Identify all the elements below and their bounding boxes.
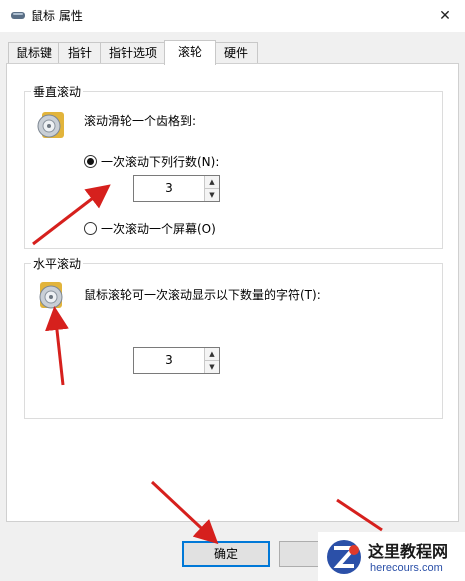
tab-hardware[interactable]: 硬件: [214, 42, 258, 63]
tab-label: 鼠标键: [15, 46, 52, 60]
close-button[interactable]: ✕: [430, 2, 460, 30]
vertical-scrolling-group: 垂直滚动 滚动滑轮一个齿格到: 一次滚动下列行数(N): 3 ▲ ▼ 一次滚动一…: [24, 83, 443, 249]
tab-label: 硬件: [223, 46, 248, 60]
horizontal-prompt: 鼠标滚轮可一次滚动显示以下数量的字符(T):: [84, 288, 321, 302]
wheel-icon: [39, 282, 63, 309]
tab-label: 滚轮: [177, 45, 202, 59]
increment-icon[interactable]: ▲: [205, 348, 219, 361]
lines-value[interactable]: 3: [134, 176, 204, 201]
radio-dot: [87, 158, 94, 165]
ok-button-label: 确定: [213, 547, 238, 561]
tab-buttons[interactable]: 鼠标键: [8, 42, 60, 63]
tab-pointer-options[interactable]: 指针选项: [100, 42, 166, 63]
chars-value[interactable]: 3: [134, 348, 204, 373]
window-title: 鼠标 属性: [31, 9, 83, 23]
watermark: 这里教程网 herecours.com: [318, 532, 465, 581]
stepper-arrows: ▲ ▼: [204, 176, 219, 201]
lines-radio[interactable]: [84, 155, 97, 168]
group-label: 水平滚动: [31, 255, 84, 272]
screen-radio-label[interactable]: 一次滚动一个屏幕(O): [101, 220, 216, 237]
mouse-icon: [11, 12, 25, 19]
increment-icon[interactable]: ▲: [205, 176, 219, 189]
lines-radio-label[interactable]: 一次滚动下列行数(N):: [101, 153, 219, 170]
wheel-tab-panel: 垂直滚动 滚动滑轮一个齿格到: 一次滚动下列行数(N): 3 ▲ ▼ 一次滚动一…: [6, 63, 459, 522]
ok-button[interactable]: 确定: [182, 541, 270, 567]
lines-stepper[interactable]: 3 ▲ ▼: [133, 175, 220, 202]
close-icon: ✕: [439, 8, 451, 24]
decrement-icon[interactable]: ▼: [205, 189, 219, 201]
group-label: 垂直滚动: [31, 83, 84, 100]
tab-pointers[interactable]: 指针: [58, 42, 102, 63]
site-logo-icon: [327, 540, 361, 574]
screen-radio[interactable]: [84, 222, 97, 235]
title-bar: 鼠标 属性 ✕: [0, 0, 465, 32]
wheel-icon: [37, 112, 64, 138]
tab-wheel[interactable]: 滚轮: [164, 40, 216, 65]
watermark-url: herecours.com: [370, 562, 443, 574]
chars-stepper[interactable]: 3 ▲ ▼: [133, 347, 220, 374]
tab-label: 指针选项: [108, 46, 157, 60]
horizontal-scrolling-group: 水平滚动 鼠标滚轮可一次滚动显示以下数量的字符(T): 3 ▲ ▼: [24, 255, 443, 419]
watermark-title: 这里教程网: [368, 542, 449, 561]
tab-label: 指针: [67, 46, 92, 60]
stepper-arrows: ▲ ▼: [204, 348, 219, 373]
vertical-prompt: 滚动滑轮一个齿格到:: [84, 114, 197, 128]
decrement-icon[interactable]: ▼: [205, 361, 219, 373]
